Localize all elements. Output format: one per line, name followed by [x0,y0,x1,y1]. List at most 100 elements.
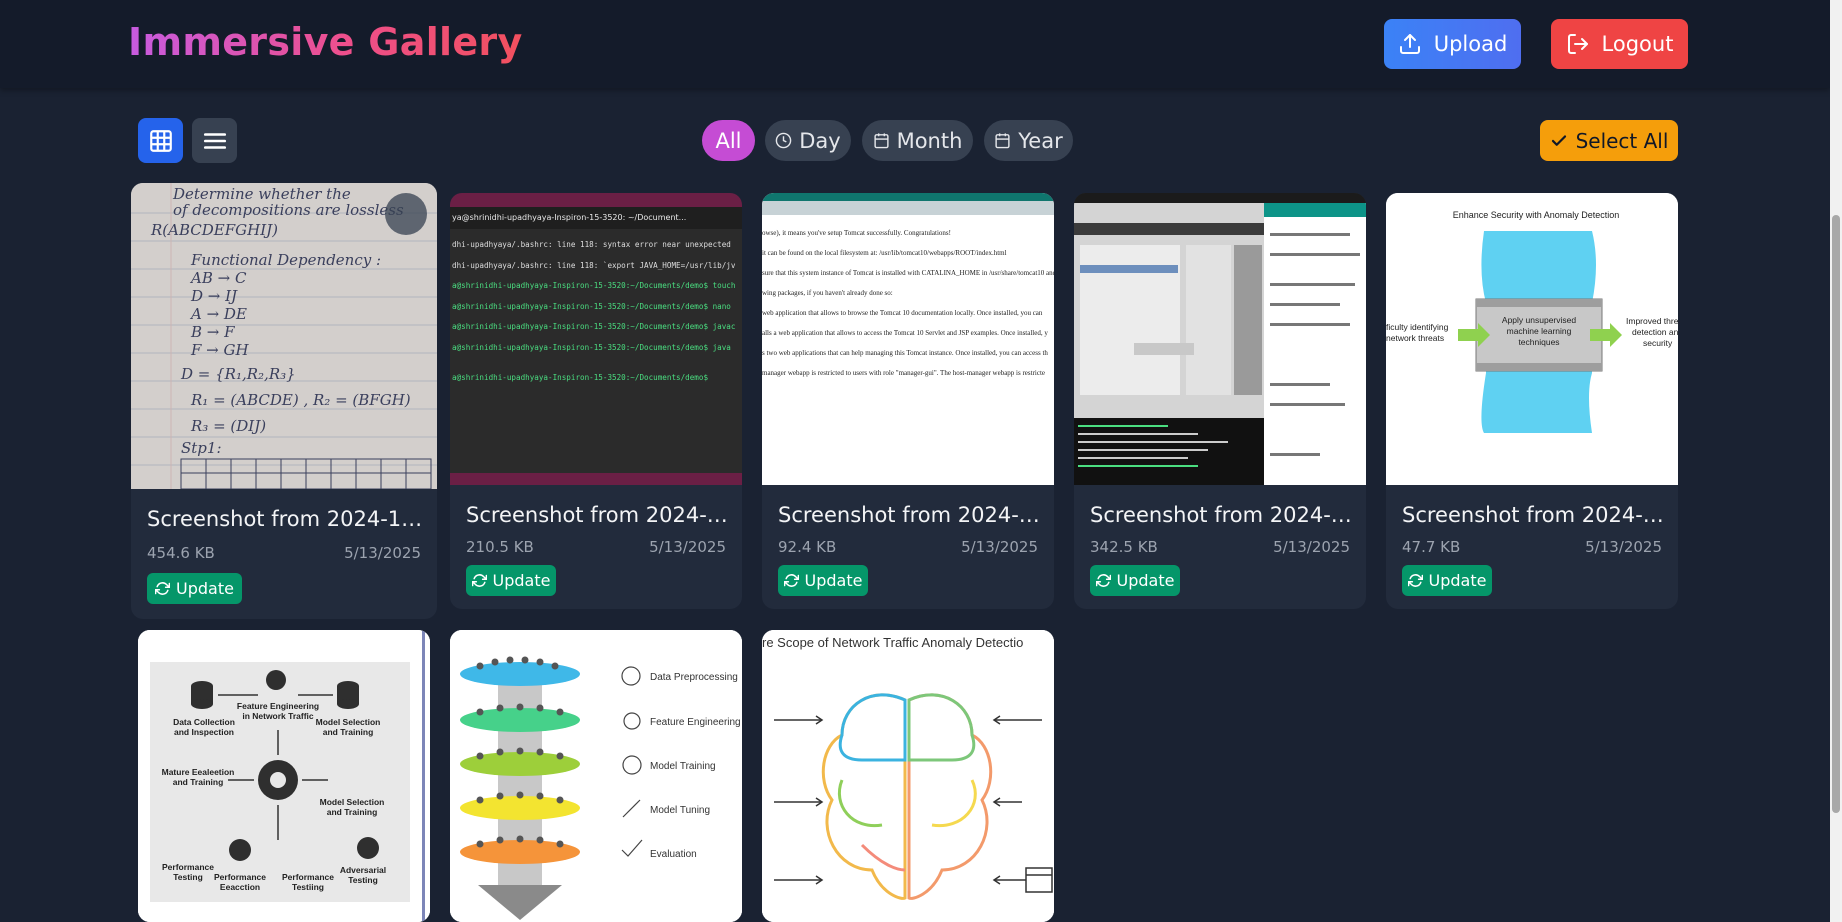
app-header: Immersive Gallery Upload Logout [0,0,1830,88]
refresh-icon [1095,574,1111,587]
svg-text:and Training: and Training [173,777,224,787]
page-line: it can be found on the local filesystem … [762,249,1007,257]
logout-label: Logout [1601,32,1674,56]
filter-all[interactable]: All [702,120,755,161]
brain-title: re Scope of Network Traffic Anomaly Dete… [762,635,1023,650]
card-date: 5/13/2025 [649,538,726,556]
terminal-titlebar: ya@shrinidhi-upadhyaya-Inspiron-15-3520:… [450,207,742,229]
upload-button[interactable]: Upload [1384,19,1521,69]
svg-text:Stp1:: Stp1: [181,439,222,457]
svg-text:Mature Eealeetion: Mature Eealeetion [162,767,235,777]
filter-day-label: Day [799,128,841,153]
page-line: wing packages, if you haven't already do… [762,289,893,297]
card-size: 92.4 KB [778,538,837,556]
svg-text:R₁ = (ABCDE) , R₂ = (BFGH): R₁ = (ABCDE) , R₂ = (BFGH) [190,391,411,409]
select-toggle[interactable] [385,193,427,235]
gallery-card[interactable]: ya@shrinidhi-upadhyaya-Inspiron-15-3520:… [450,193,742,609]
card-title: Screenshot from 2024-12-... [1090,503,1352,527]
svg-text:F → GH: F → GH [190,341,249,359]
layer-label: Data Preprocessing [650,672,738,683]
update-button[interactable]: Update [1402,565,1492,596]
layers-image: Data Preprocessing Feature Engineering M… [450,630,742,922]
svg-text:and Training: and Training [323,727,374,737]
update-button[interactable]: Update [466,565,556,596]
select-all-label: Select All [1575,128,1669,153]
browser-strip [762,193,1054,201]
calendar-icon [873,133,889,149]
page-scrollbar[interactable] [1830,0,1842,922]
upload-label: Upload [1433,32,1508,56]
page-line: owse), it means you've setup Tomcat succ… [762,229,951,237]
svg-text:and Training: and Training [327,807,378,817]
card-title: Screenshot from 2024-12-... [1402,503,1664,527]
card-title: Screenshot from 2024-12-... [466,503,728,527]
diagram-title: Enhance Security with Anomaly Detection [1453,210,1620,220]
page-line: sure that this system instance of Tomcat… [762,269,1054,277]
refresh-icon [1407,574,1423,587]
logout-icon [1567,34,1588,54]
thumbnail-ml-pipeline: Data Collection and Inspection Feature En… [138,630,430,922]
check-icon [1551,134,1566,146]
filter-year-label: Year [1018,128,1063,153]
svg-text:in Network Traffic: in Network Traffic [242,711,314,721]
thumbnail-anomaly-diagram: Enhance Security with Anomaly Detection … [1386,193,1678,485]
svg-text:Feature Engineering: Feature Engineering [237,701,319,711]
browser-tabbar [762,201,1054,215]
card-size: 342.5 KB [1090,538,1158,556]
brain-image: re Scope of Network Traffic Anomaly Dete… [762,630,1054,922]
filter-day[interactable]: Day [765,120,851,161]
svg-text:Testing: Testing [348,875,378,885]
filter-year[interactable]: Year [984,120,1073,161]
filter-all-label: All [715,128,742,153]
layer-label: Feature Engineering [650,717,741,728]
update-label: Update [1428,571,1487,590]
filter-month[interactable]: Month [862,120,973,161]
upload-icon [1399,34,1420,54]
card-date: 5/13/2025 [1585,538,1662,556]
select-all-button[interactable]: Select All [1540,120,1678,161]
terminal-line: dhi-upadhyaya/.bashrc: line 118: `export… [452,260,736,270]
svg-text:Adversarial: Adversarial [340,865,386,875]
svg-text:Eeacction: Eeacction [220,882,260,892]
anomaly-image: Enhance Security with Anomaly Detection … [1386,193,1678,485]
svg-text:Model Selection: Model Selection [320,797,385,807]
update-button[interactable]: Update [778,565,868,596]
svg-text:D → IJ: D → IJ [190,287,238,305]
grid-view-button[interactable] [138,118,183,163]
update-button[interactable]: Update [147,573,242,604]
page-line: manager webapp is restricted to users wi… [762,369,1046,377]
update-button[interactable]: Update [1090,565,1180,596]
card-size: 454.6 KB [147,544,215,562]
terminal-line: a@shrinidhi-upadhyaya-Inspiron-15-3520:~… [452,373,709,382]
gallery-card[interactable]: owse), it means you've setup Tomcat succ… [762,193,1054,609]
layer-label: Model Training [650,761,716,772]
card-title: Screenshot from 2024-12-... [147,507,423,531]
gallery-card[interactable]: Data Collection and Inspection Feature En… [138,630,430,922]
svg-text:Performance: Performance [214,872,266,882]
svg-text:Data Collection: Data Collection [173,717,235,727]
svg-text:D = {R₁,R₂,R₃}: D = {R₁,R₂,R₃} [180,365,296,383]
update-label: Update [1116,571,1175,590]
card-date: 5/13/2025 [1273,538,1350,556]
svg-text:R(ABCDEFGHIJ): R(ABCDEFGHIJ) [150,221,278,239]
card-title: Screenshot from 2024-12-... [778,503,1040,527]
gallery-card[interactable]: Enhance Security with Anomaly Detection … [1386,193,1678,609]
gallery-card[interactable]: Screenshot from 2024-12-... 342.5 KB 5/1… [1074,193,1366,609]
terminal-line: a@shrinidhi-upadhyaya-Inspiron-15-3520:~… [452,281,736,290]
gallery-card[interactable]: re Scope of Network Traffic Anomaly Dete… [762,630,1054,922]
scrollbar-thumb[interactable] [1832,215,1840,813]
logout-button[interactable]: Logout [1551,19,1688,69]
gallery-card[interactable]: Determine whether the of decompositions … [131,183,437,619]
list-view-button[interactable] [192,118,237,163]
thumbnail-brain-diagram: re Scope of Network Traffic Anomaly Dete… [762,630,1054,922]
terminal-line: a@shrinidhi-upadhyaya-Inspiron-15-3520:~… [452,322,736,331]
page-line: web application that allows to browse th… [762,309,1043,317]
svg-text:and Inspection: and Inspection [174,727,234,737]
page-line: s two web applications that can help man… [762,349,1048,357]
page-line: alls a web application that allows to ac… [762,329,1048,337]
gallery-card[interactable]: Data Preprocessing Feature Engineering M… [450,630,742,922]
thumbnail-desktop-apps [1074,193,1366,485]
terminal-line: a@shrinidhi-upadhyaya-Inspiron-15-3520:~… [452,301,731,311]
layer-label: Model Tuning [650,805,710,816]
svg-text:B → F: B → F [190,323,235,341]
